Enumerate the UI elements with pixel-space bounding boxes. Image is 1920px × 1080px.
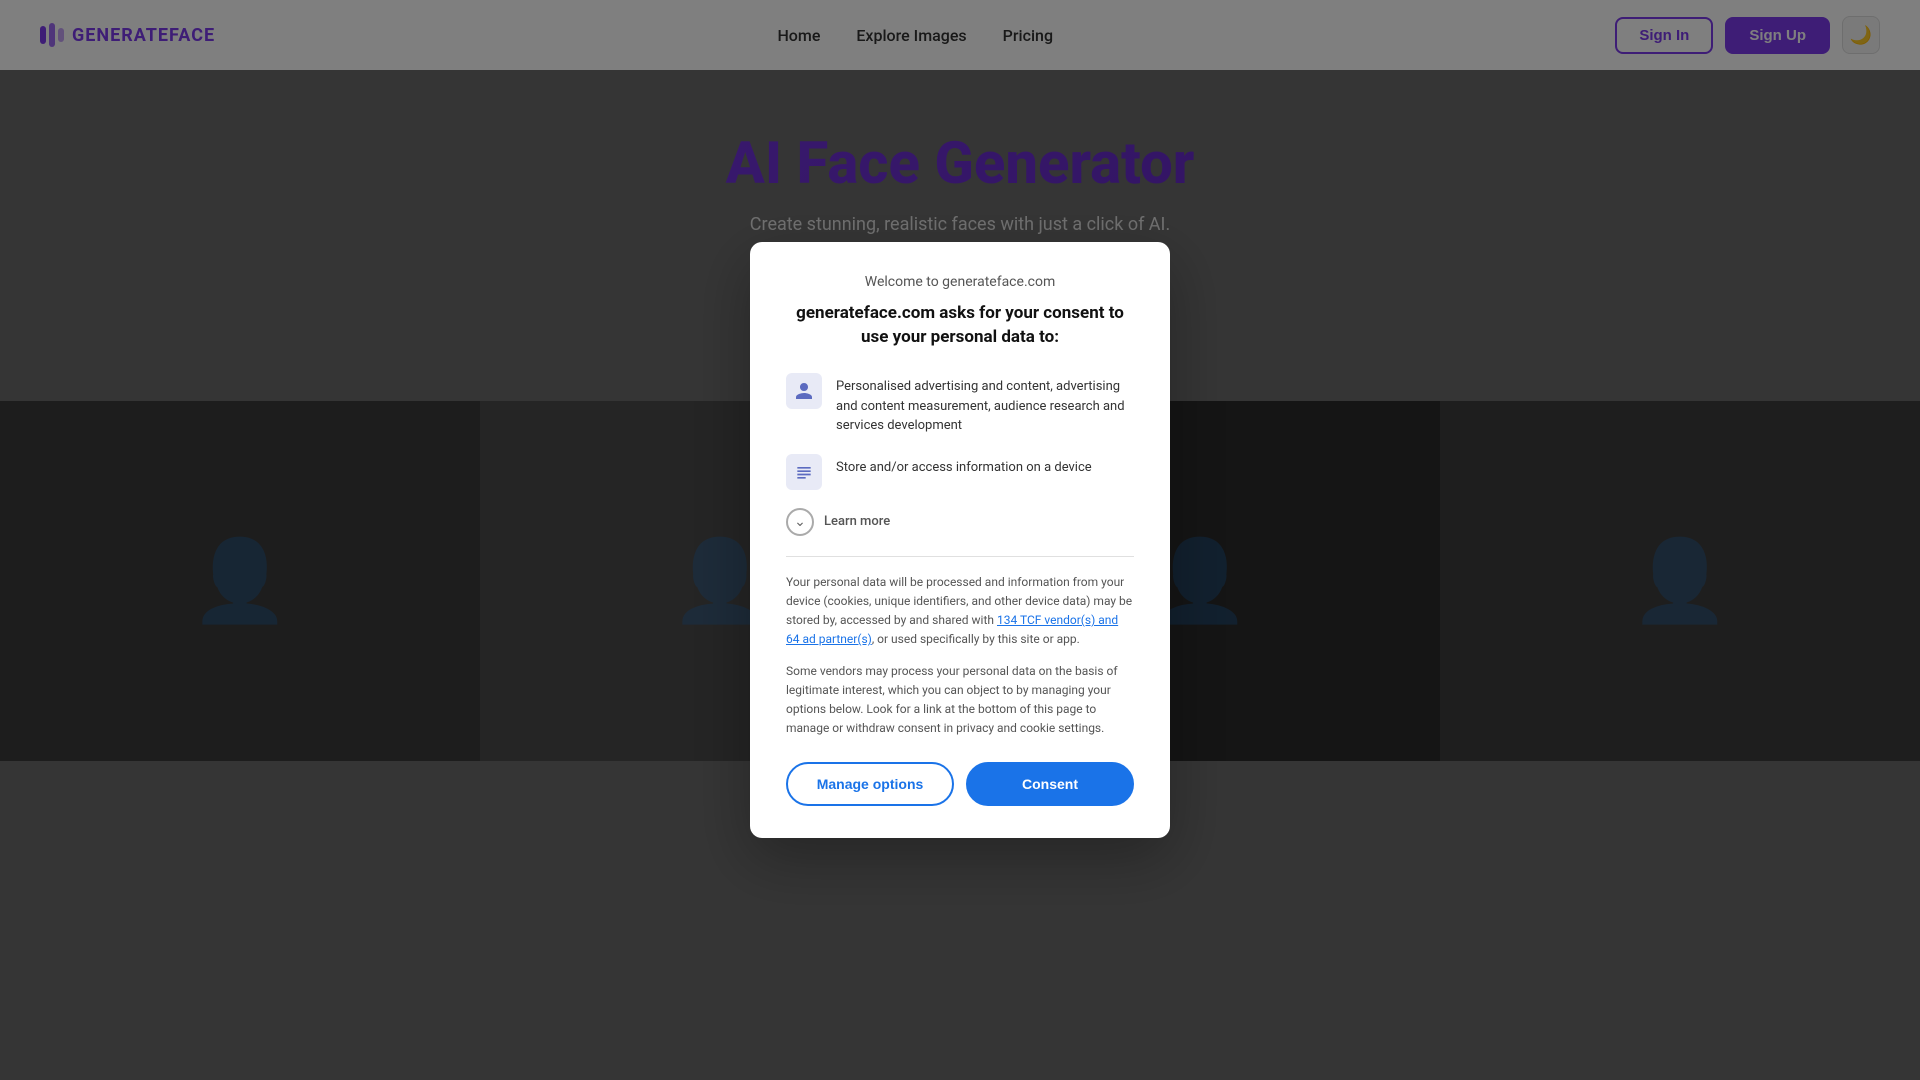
- modal-body-text-2: Some vendors may process your personal d…: [786, 662, 1134, 739]
- storage-icon: [786, 454, 822, 490]
- modal-actions: Manage options Consent: [786, 762, 1134, 806]
- consent-button[interactable]: Consent: [966, 762, 1134, 806]
- modal-title: generateface.com asks for your consent t…: [786, 302, 1134, 350]
- modal-divider: [786, 556, 1134, 557]
- advertising-icon: [786, 373, 822, 409]
- consent-item-storage: Store and/or access information on a dev…: [786, 454, 1134, 490]
- learn-more-item[interactable]: ⌄ Learn more: [786, 508, 1134, 536]
- vendor-link[interactable]: 134 TCF vendor(s) and 64 ad partner(s): [786, 613, 1118, 646]
- modal-overlay: Welcome to generateface.com generateface…: [0, 0, 1920, 1080]
- chevron-down-icon: ⌄: [786, 508, 814, 536]
- modal-body-text-1: Your personal data will be processed and…: [786, 573, 1134, 650]
- consent-item-advertising: Personalised advertising and content, ad…: [786, 373, 1134, 436]
- consent-storage-text: Store and/or access information on a dev…: [836, 454, 1092, 478]
- learn-more-label: Learn more: [824, 514, 890, 529]
- consent-modal: Welcome to generateface.com generateface…: [750, 242, 1170, 839]
- consent-advertising-text: Personalised advertising and content, ad…: [836, 373, 1134, 436]
- modal-welcome-text: Welcome to generateface.com: [786, 274, 1134, 290]
- manage-options-button[interactable]: Manage options: [786, 762, 954, 806]
